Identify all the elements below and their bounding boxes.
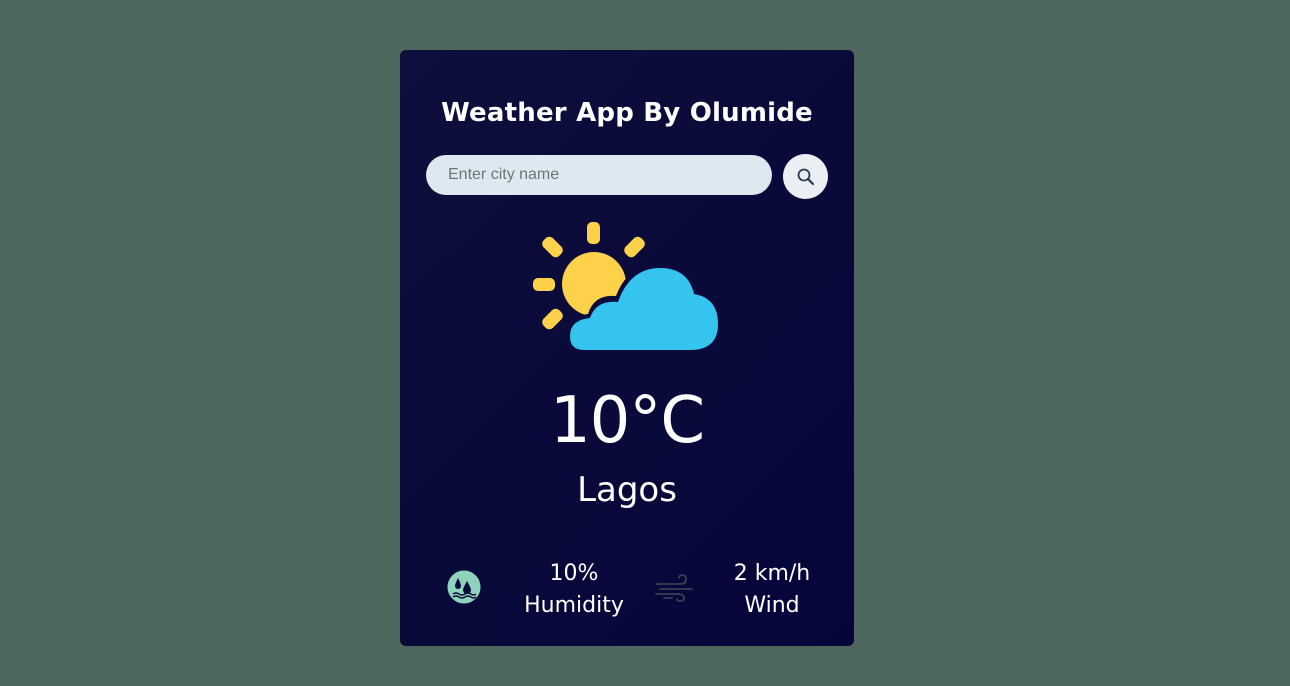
wind-value: 2 km/h [733,561,811,586]
wind-label: Wind [744,593,800,618]
weather-card: Weather App By Olumide 10°C Lagos [400,50,854,646]
temperature: 10°C [549,384,705,458]
search-input[interactable] [426,155,772,195]
partly-cloudy-icon [533,222,722,354]
humidity-detail: 10% Humidity [514,558,634,622]
city-name: Lagos [577,470,677,510]
wind-icon [655,574,693,602]
humidity-label: Humidity [524,593,624,618]
humidity-value: 10% [549,561,599,586]
search-button[interactable] [783,154,828,199]
search-icon [797,168,814,185]
wind-detail: 2 km/h Wind [712,558,832,622]
app-title: Weather App By Olumide [441,98,813,128]
humidity-icon [446,569,482,605]
